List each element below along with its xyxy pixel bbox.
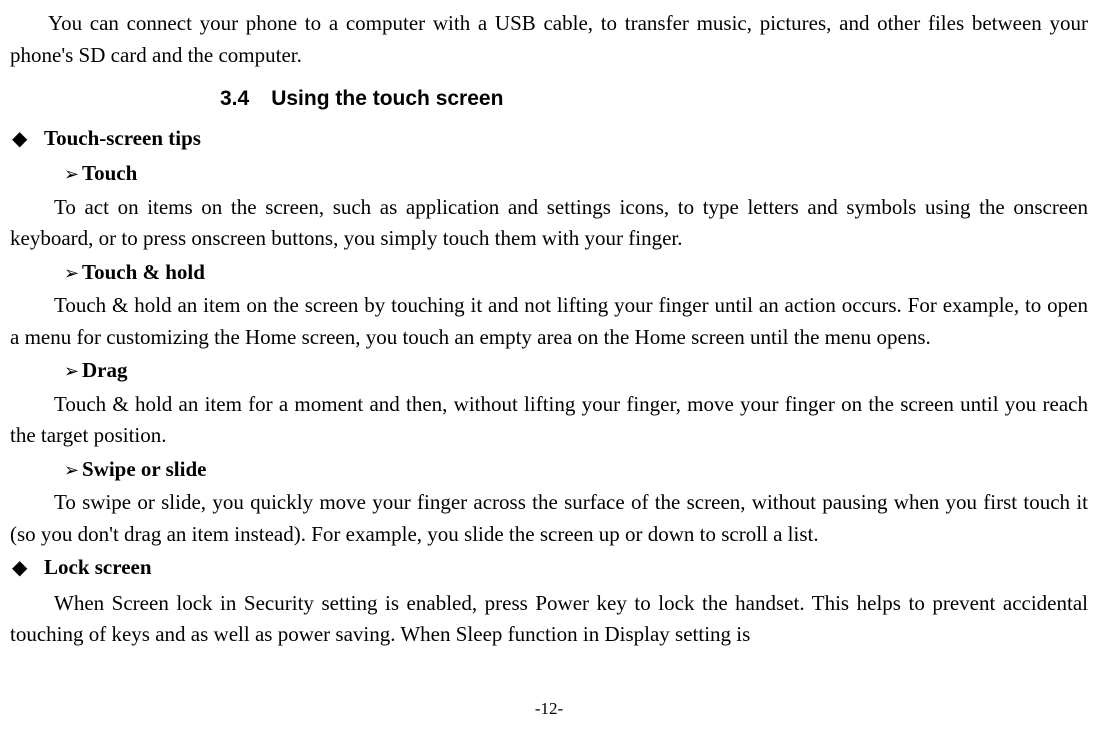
chevron-icon: ➢ <box>64 457 82 484</box>
touch-label: Touch <box>82 161 137 185</box>
section-heading: 3.4 Using the touch screen <box>220 83 1088 115</box>
tips-heading-row: ◆Touch-screen tips <box>10 123 1088 155</box>
swipe-body: To swipe or slide, you quickly move your… <box>10 490 1088 546</box>
lock-heading-row: ◆Lock screen <box>10 552 1088 584</box>
intro-text: You can connect your phone to a computer… <box>10 11 1088 67</box>
section-number: 3.4 <box>220 83 249 115</box>
lock-body-para: When Screen lock in Security setting is … <box>10 588 1088 651</box>
touch-body: To act on items on the screen, such as a… <box>10 195 1088 251</box>
touch-body-para: To act on items on the screen, such as a… <box>10 192 1088 255</box>
lock-body: When Screen lock in Security setting is … <box>10 591 1088 647</box>
chevron-icon: ➢ <box>64 260 82 287</box>
diamond-icon: ◆ <box>10 124 44 154</box>
section-title: Using the touch screen <box>271 87 503 110</box>
tips-heading: Touch-screen tips <box>44 126 201 150</box>
chevron-icon: ➢ <box>64 161 82 188</box>
swipe-heading-row: ➢Swipe or slide <box>10 454 1088 486</box>
drag-body-para: Touch & hold an item for a moment and th… <box>10 389 1088 452</box>
touchhold-body-para: Touch & hold an item on the screen by to… <box>10 290 1088 353</box>
drag-heading-row: ➢Drag <box>10 355 1088 387</box>
touchhold-body: Touch & hold an item on the screen by to… <box>10 293 1088 349</box>
touchhold-label: Touch & hold <box>82 260 205 284</box>
diamond-icon: ◆ <box>10 553 44 583</box>
swipe-label: Swipe or slide <box>82 457 206 481</box>
chevron-icon: ➢ <box>64 358 82 385</box>
touchhold-heading-row: ➢Touch & hold <box>10 257 1088 289</box>
page-number: -12- <box>0 696 1098 722</box>
drag-body: Touch & hold an item for a moment and th… <box>10 392 1088 448</box>
drag-label: Drag <box>82 358 128 382</box>
intro-paragraph: You can connect your phone to a computer… <box>10 8 1088 71</box>
touch-heading-row: ➢Touch <box>10 158 1088 190</box>
swipe-body-para: To swipe or slide, you quickly move your… <box>10 487 1088 550</box>
lock-heading: Lock screen <box>44 555 152 579</box>
